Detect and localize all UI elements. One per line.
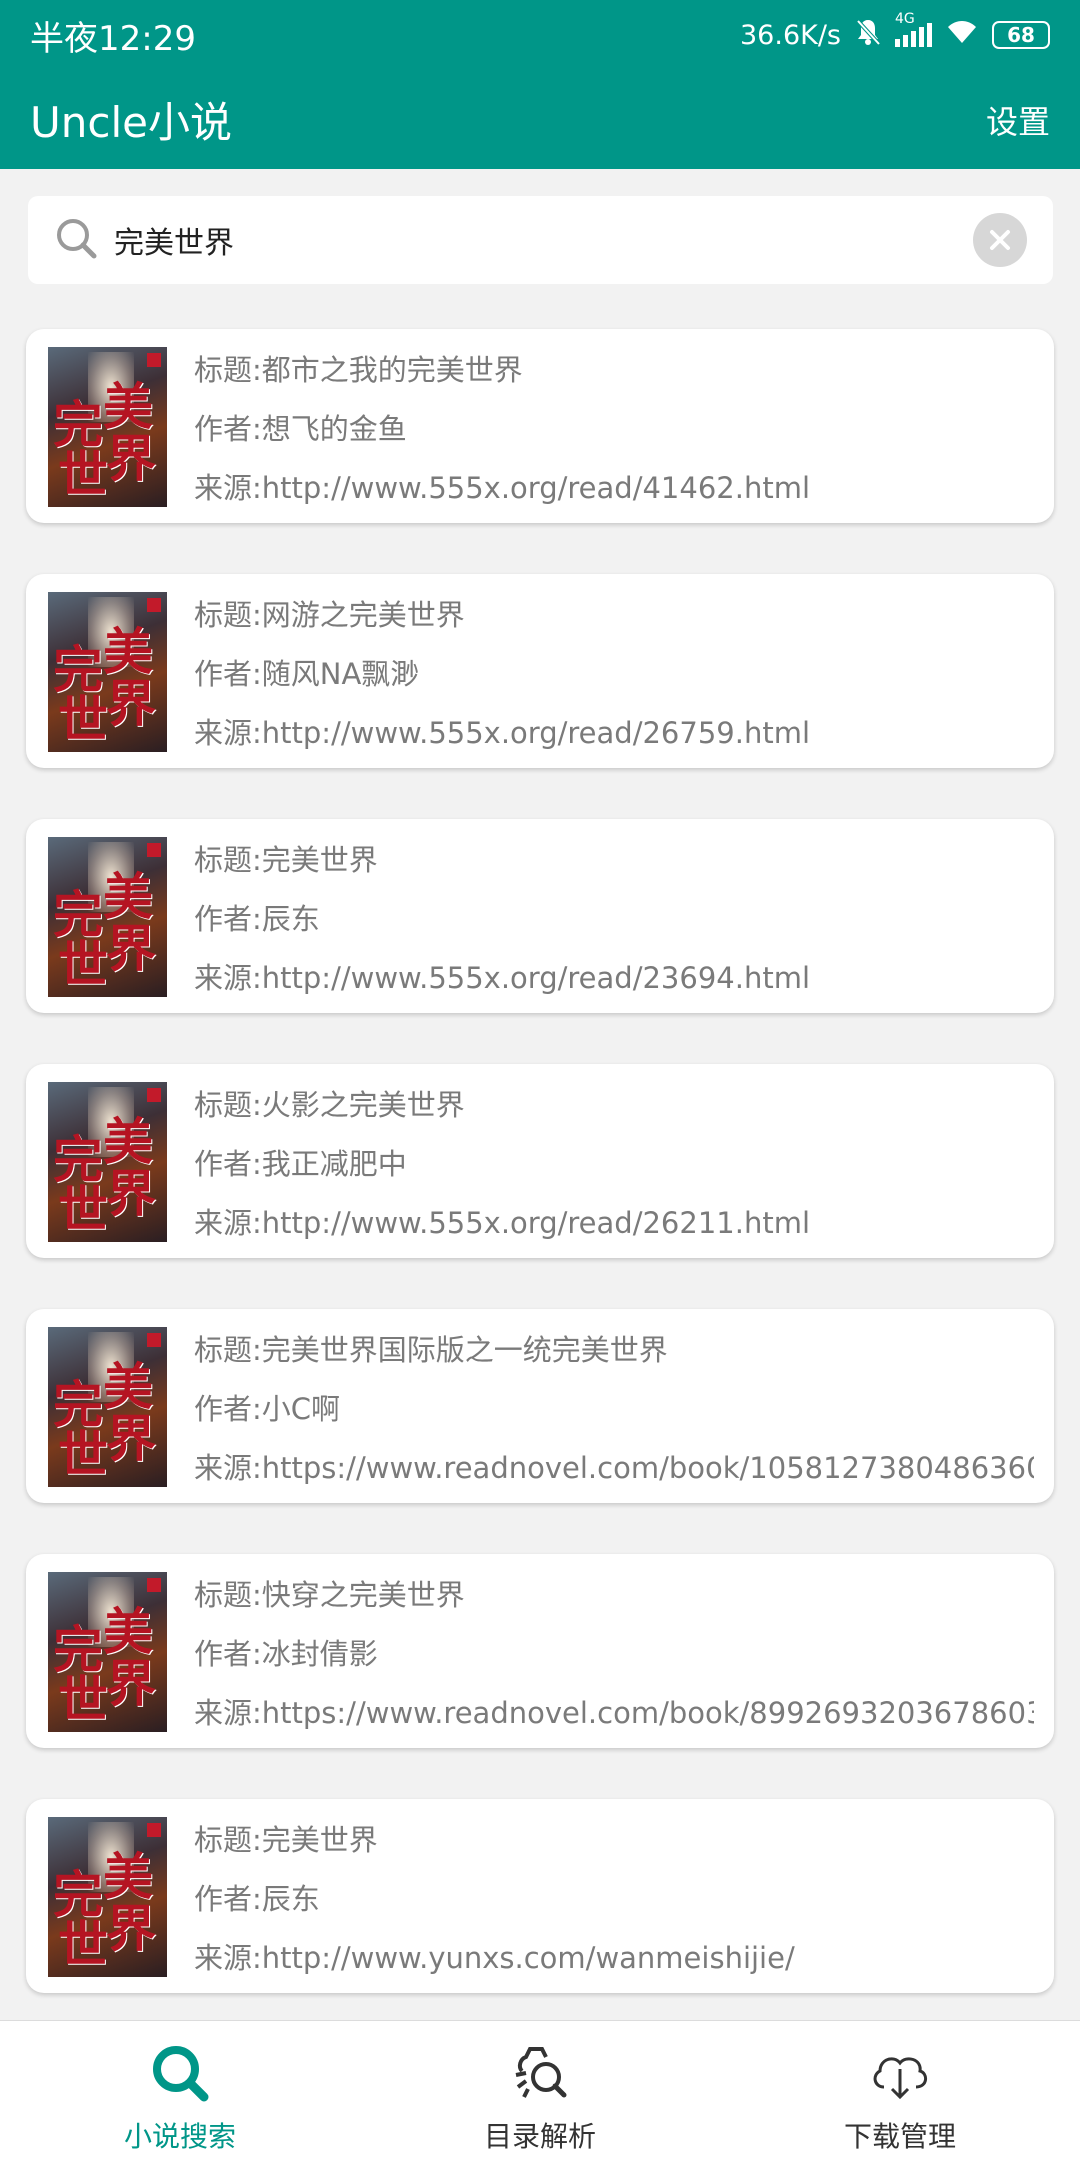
signal-label: 4G	[895, 11, 915, 27]
nav-novel-search[interactable]: 小说搜索	[0, 2021, 360, 2160]
signal-icon: 4G	[895, 11, 932, 47]
book-source: 来源:http://www.555x.org/read/41462.html	[194, 471, 810, 505]
nav-label: 目录解析	[483, 2120, 596, 2153]
mute-icon	[855, 18, 881, 53]
clear-search-button[interactable]	[973, 213, 1027, 267]
bottom-nav: 小说搜索 目录解析 下载管理	[0, 2020, 1080, 2160]
result-card[interactable]: 完美 世界 标题:快穿之完美世界 作者:冰封倩影 来源:https://www.…	[26, 1554, 1054, 1748]
book-author: 作者:小C啊	[194, 1392, 341, 1426]
book-source: 来源:http://www.555x.org/read/26211.html	[194, 1206, 810, 1240]
book-cover: 完美 世界	[48, 347, 167, 507]
status-bar: 半夜12:29 36.6K/s 4G 68	[0, 0, 1080, 70]
battery-icon: 68	[992, 21, 1050, 49]
result-card[interactable]: 完美 世界 标题:完美世界 作者:辰东 来源:http://www.yunxs.…	[26, 1799, 1054, 1993]
book-source: 来源:https://www.readnovel.com/book/899269…	[194, 1696, 1034, 1730]
nav-label: 下载管理	[843, 2120, 956, 2153]
search-icon	[54, 216, 98, 264]
wifi-icon	[946, 19, 978, 52]
battery-level: 68	[1007, 23, 1035, 47]
book-author: 作者:辰东	[194, 1882, 320, 1916]
book-cover: 完美 世界	[48, 1082, 167, 1242]
cloud-download-icon	[866, 2041, 934, 2109]
search-bar[interactable]: 完美世界	[28, 196, 1053, 284]
book-cover: 完美 世界	[48, 1327, 167, 1487]
book-title: 标题:完美世界	[194, 1823, 378, 1857]
close-icon	[990, 230, 1010, 250]
result-card[interactable]: 完美 世界 标题:都市之我的完美世界 作者:想飞的金鱼 来源:http://ww…	[26, 329, 1054, 523]
book-cover: 完美 世界	[48, 1817, 167, 1977]
book-cover: 完美 世界	[48, 1572, 167, 1732]
book-title: 标题:网游之完美世界	[194, 598, 465, 632]
book-source: 来源:http://www.555x.org/read/26759.html	[194, 716, 810, 750]
nav-download-manager[interactable]: 下载管理	[720, 2021, 1080, 2160]
result-card[interactable]: 完美 世界 标题:完美世界国际版之一统完美世界 作者:小C啊 来源:https:…	[26, 1309, 1054, 1503]
nav-catalog-parse[interactable]: 目录解析	[360, 2021, 720, 2160]
settings-button[interactable]: 设置	[986, 97, 1050, 143]
nav-label: 小说搜索	[123, 2120, 236, 2153]
book-title: 标题:快穿之完美世界	[194, 1578, 465, 1612]
book-title: 标题:都市之我的完美世界	[194, 353, 523, 387]
status-time: 半夜12:29	[30, 18, 196, 59]
book-author: 作者:我正减肥中	[194, 1147, 407, 1181]
network-speed: 36.6K/s	[740, 19, 841, 51]
book-source: 来源:http://www.yunxs.com/wanmeishijie/	[194, 1941, 795, 1975]
book-author: 作者:辰东	[194, 902, 320, 936]
result-card[interactable]: 完美 世界 标题:网游之完美世界 作者:随风NA飘渺 来源:http://www…	[26, 574, 1054, 768]
book-author: 作者:冰封倩影	[194, 1637, 378, 1671]
book-title: 标题:火影之完美世界	[194, 1088, 465, 1122]
app-bar: Uncle小说 设置	[0, 70, 1080, 169]
result-list: 完美 世界 标题:都市之我的完美世界 作者:想飞的金鱼 来源:http://ww…	[26, 329, 1056, 2044]
catalog-parse-icon	[508, 2041, 572, 2109]
search-input[interactable]: 完美世界	[114, 218, 973, 262]
result-card[interactable]: 完美 世界 标题:完美世界 作者:辰东 来源:http://www.555x.o…	[26, 819, 1054, 1013]
book-source: 来源:https://www.readnovel.com/book/105812…	[194, 1451, 1034, 1485]
book-author: 作者:随风NA飘渺	[194, 657, 420, 691]
search-icon	[148, 2041, 212, 2109]
book-title: 标题:完美世界	[194, 843, 378, 877]
status-icons: 36.6K/s 4G 68	[740, 11, 1050, 53]
book-author: 作者:想飞的金鱼	[194, 412, 407, 446]
book-cover: 完美 世界	[48, 592, 167, 752]
book-title: 标题:完美世界国际版之一统完美世界	[194, 1333, 668, 1367]
result-card[interactable]: 完美 世界 标题:火影之完美世界 作者:我正减肥中 来源:http://www.…	[26, 1064, 1054, 1258]
app-title: Uncle小说	[30, 98, 232, 147]
book-cover: 完美 世界	[48, 837, 167, 997]
book-source: 来源:http://www.555x.org/read/23694.html	[194, 961, 810, 995]
